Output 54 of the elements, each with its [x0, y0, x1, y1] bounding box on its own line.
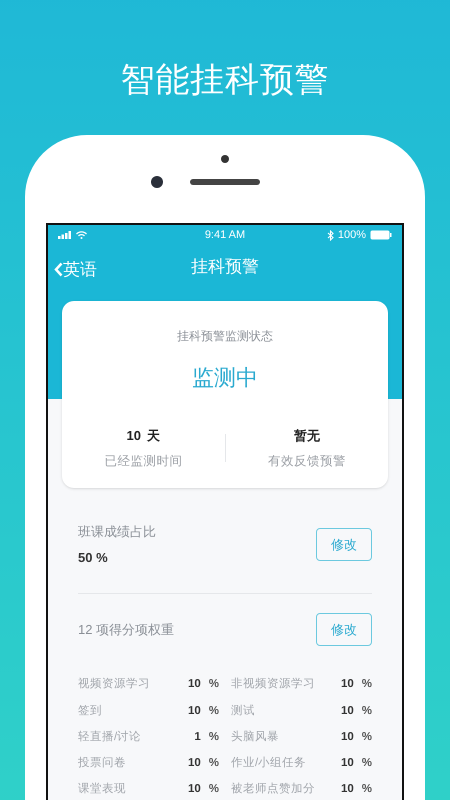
percent-sign: %	[362, 677, 372, 692]
weight-value: 10	[340, 704, 354, 718]
weight-value: 10	[340, 756, 354, 771]
weight-name: 作业/小组任务	[231, 756, 308, 771]
percent-sign: %	[208, 704, 219, 718]
weight-value: 10	[340, 730, 354, 745]
percent-sign: %	[208, 677, 219, 692]
stat-value: 10 天	[126, 427, 160, 445]
edit-button[interactable]: 修改	[316, 613, 372, 646]
signal-icon	[58, 231, 72, 239]
edit-button[interactable]: 修改	[316, 528, 372, 562]
speaker-icon	[190, 179, 260, 185]
percent-sign: %	[208, 730, 219, 745]
score-share-label: 班课成绩占比	[78, 523, 156, 542]
stat-label: 已经监测时间	[104, 452, 182, 470]
percent-sign: %	[362, 756, 372, 771]
weight-name: 被老师点赞加分	[231, 782, 316, 798]
weight-value: 1	[193, 730, 201, 745]
monitoring-status: 监测中	[192, 364, 258, 392]
back-button[interactable]: 英语	[54, 257, 97, 282]
camera-icon	[151, 176, 163, 188]
weight-value: 10	[340, 677, 354, 692]
percent-sign: %	[362, 704, 372, 718]
bluetooth-icon	[326, 230, 334, 240]
headline: 智能挂科预警	[120, 60, 330, 101]
weight-name: 投票问卷	[78, 756, 127, 771]
back-chevron-icon	[54, 262, 63, 278]
status-caption: 挂科预警监测状态	[177, 328, 273, 345]
weight-name: 轻直播/讨论	[78, 730, 142, 745]
percent-sign: %	[208, 756, 219, 771]
percent-sign: %	[362, 782, 372, 798]
weight-name: 视频资源学习	[78, 676, 151, 692]
weight-name: 课堂表现	[78, 782, 127, 798]
percent-sign: %	[362, 730, 372, 745]
sensor-icon	[221, 155, 229, 163]
stat-label: 有效反馈预警	[268, 452, 346, 470]
weight-value: 10	[186, 704, 201, 718]
weight-name: 测试	[231, 704, 256, 718]
percent-sign: %	[208, 782, 219, 798]
weight-name: 非视频资源学习	[231, 676, 316, 692]
weight-value: 10	[340, 782, 354, 798]
battery-percent: 100%	[338, 228, 366, 243]
stat-value: 暂无	[294, 427, 320, 445]
status-time: 9:41 AM	[204, 228, 246, 243]
weight-value: 10	[186, 756, 201, 771]
weight-value: 10	[186, 782, 201, 798]
score-share-value: 50 %	[78, 548, 109, 567]
weight-name: 头脑风暴	[231, 730, 280, 745]
weights-label: 12 项得分项权重	[78, 621, 174, 639]
wifi-icon	[76, 231, 87, 239]
weight-value: 10	[186, 677, 201, 692]
weight-name: 签到	[78, 704, 103, 718]
page-title: 挂科预警	[191, 256, 259, 278]
battery-icon	[370, 230, 392, 240]
